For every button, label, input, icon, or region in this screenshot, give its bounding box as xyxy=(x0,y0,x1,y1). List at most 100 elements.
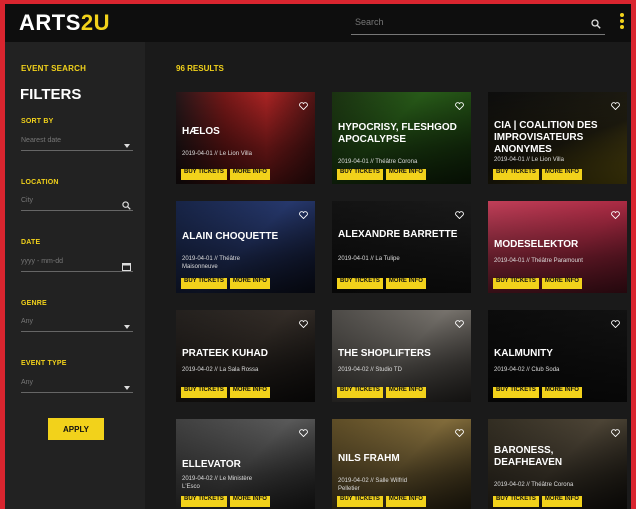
chevron-down-icon xyxy=(123,318,131,336)
more-info-button[interactable]: MORE INFO xyxy=(229,278,270,289)
event-title[interactable]: MODESELEKTOR xyxy=(494,239,622,251)
event-title[interactable]: PRATEEK KUHAD xyxy=(182,348,310,360)
genre-value: Any xyxy=(21,318,34,325)
heart-icon[interactable] xyxy=(455,97,464,115)
heart-icon[interactable] xyxy=(299,206,308,224)
card-actions: BUY TICKETS MORE INFO xyxy=(181,378,273,398)
buy-tickets-button[interactable]: BUY TICKETS xyxy=(181,387,227,398)
heart-icon[interactable] xyxy=(455,206,464,224)
sort-by-label: SORT BY xyxy=(21,118,54,125)
heart-icon[interactable] xyxy=(455,315,464,333)
buy-tickets-button[interactable]: BUY TICKETS xyxy=(493,387,539,398)
logo[interactable]: ARTS2U xyxy=(19,10,110,36)
card-actions: BUY TICKETS MORE INFO xyxy=(493,269,585,289)
event-type-select[interactable]: Any xyxy=(21,376,133,393)
buy-tickets-button[interactable]: BUY TICKETS xyxy=(337,387,383,398)
search-icon[interactable] xyxy=(591,16,601,34)
more-info-button[interactable]: MORE INFO xyxy=(541,169,582,180)
card-actions: BUY TICKETS MORE INFO xyxy=(493,378,585,398)
more-info-button[interactable]: MORE INFO xyxy=(385,496,426,507)
event-date-venue: 2019-04-02 // La Sala Rossa xyxy=(182,367,259,373)
card-actions: BUY TICKETS MORE INFO xyxy=(337,160,429,180)
search-bar[interactable] xyxy=(351,14,605,35)
search-input[interactable] xyxy=(353,16,577,28)
more-info-button[interactable]: MORE INFO xyxy=(229,387,270,398)
more-info-button[interactable]: MORE INFO xyxy=(541,496,582,507)
event-card[interactable]: ELLEVATOR 2019-04-02 // Le Ministère L'Esc… xyxy=(176,419,315,509)
heart-icon[interactable] xyxy=(299,315,308,333)
event-card[interactable]: HÆLOS 2019-04-01 // Le Lion Villa BUY TICK… xyxy=(176,92,315,184)
buy-tickets-button[interactable]: BUY TICKETS xyxy=(181,169,227,180)
buy-tickets-button[interactable]: BUY TICKETS xyxy=(181,496,227,507)
event-title[interactable]: CIA | COALITION DES IMPROVISATEURS ANONY… xyxy=(494,120,622,156)
heart-icon[interactable] xyxy=(299,97,308,115)
event-type-value: Any xyxy=(21,379,34,386)
buy-tickets-button[interactable]: BUY TICKETS xyxy=(337,278,383,289)
event-date-venue: 2019-04-01 // Le Lion Villa xyxy=(182,151,252,157)
card-actions: BUY TICKETS MORE INFO xyxy=(181,487,273,507)
buy-tickets-button[interactable]: BUY TICKETS xyxy=(493,496,539,507)
date-input[interactable]: yyyy - mm-dd xyxy=(21,255,133,272)
buy-tickets-button[interactable]: BUY TICKETS xyxy=(493,169,539,180)
more-menu-icon[interactable] xyxy=(619,13,625,33)
event-card[interactable]: HYPOCRISY, FLESHGOD APOCALYPSE 2019-04-01… xyxy=(332,92,471,184)
event-title[interactable]: ELLEVATOR xyxy=(182,459,310,471)
event-card[interactable]: KALMUNITY 2019-04-02 // Club Soda BUY TICK… xyxy=(488,310,627,402)
event-title[interactable]: KALMUNITY xyxy=(494,348,622,360)
more-info-button[interactable]: MORE INFO xyxy=(229,496,270,507)
event-card[interactable]: PRATEEK KUHAD 2019-04-02 // La Sala Rossa… xyxy=(176,310,315,402)
more-info-button[interactable]: MORE INFO xyxy=(541,278,582,289)
apply-button[interactable]: APPLY xyxy=(48,418,104,440)
buy-tickets-button[interactable]: BUY TICKETS xyxy=(337,496,383,507)
calendar-icon xyxy=(122,258,131,276)
event-date-venue: 2019-04-01 // Théâtre Paramount xyxy=(494,258,583,264)
heart-icon[interactable] xyxy=(611,315,620,333)
event-card[interactable]: BARONESS, DEAFHEAVEN 2019-04-02 // Théâtr… xyxy=(488,419,627,509)
buy-tickets-button[interactable]: BUY TICKETS xyxy=(493,278,539,289)
genre-select[interactable]: Any xyxy=(21,315,133,332)
heart-icon[interactable] xyxy=(611,97,620,115)
heart-icon[interactable] xyxy=(611,424,620,442)
more-info-button[interactable]: MORE INFO xyxy=(229,169,270,180)
sidebar-title: FILTERS xyxy=(20,86,82,103)
event-title[interactable]: NILS FRAHM xyxy=(338,453,466,465)
location-input[interactable]: City xyxy=(21,194,133,211)
more-info-button[interactable]: MORE INFO xyxy=(385,169,426,180)
event-card[interactable]: ALEXANDRE BARRETTE 2019-04-01 // La Tulip… xyxy=(332,201,471,293)
event-title[interactable]: ALEXANDRE BARRETTE xyxy=(338,229,466,241)
event-date-venue: 2019-04-02 // Studio TD xyxy=(338,367,402,373)
location-label: LOCATION xyxy=(21,179,59,186)
chevron-down-icon xyxy=(123,137,131,155)
event-title[interactable]: HYPOCRISY, FLESHGOD APOCALYPSE xyxy=(338,122,466,146)
event-meta: 2019-04-02 // Club Soda xyxy=(494,366,622,374)
event-card[interactable]: NILS FRAHM 2019-04-02 // Salle Wilfrid Pel… xyxy=(332,419,471,509)
event-date-venue: 2019-04-02 // Club Soda xyxy=(494,367,560,373)
event-title[interactable]: HÆLOS xyxy=(182,126,310,138)
buy-tickets-button[interactable]: BUY TICKETS xyxy=(181,278,227,289)
heart-icon[interactable] xyxy=(611,206,620,224)
sort-by-select[interactable]: Nearest date xyxy=(21,134,133,151)
card-actions: BUY TICKETS MORE INFO xyxy=(493,487,585,507)
more-info-button[interactable]: MORE INFO xyxy=(385,387,426,398)
more-info-button[interactable]: MORE INFO xyxy=(385,278,426,289)
buy-tickets-button[interactable]: BUY TICKETS xyxy=(337,169,383,180)
date-value: yyyy - mm-dd xyxy=(21,258,63,265)
event-date-venue: 2019-04-02 // Le Ministère xyxy=(182,476,253,482)
event-card[interactable]: CIA | COALITION DES IMPROVISATEURS ANONY… xyxy=(488,92,627,184)
heart-icon[interactable] xyxy=(455,424,464,442)
sort-by-value: Nearest date xyxy=(21,137,62,144)
event-title[interactable]: THE SHOPLIFTERS xyxy=(338,348,466,360)
date-label: DATE xyxy=(21,239,41,246)
card-actions: BUY TICKETS MORE INFO xyxy=(493,160,585,180)
event-title[interactable]: ALAIN CHOQUETTE xyxy=(182,231,310,243)
card-actions: BUY TICKETS MORE INFO xyxy=(337,487,429,507)
heart-icon[interactable] xyxy=(299,424,308,442)
event-meta: 2019-04-01 // La Tulipe xyxy=(338,255,466,263)
more-info-button[interactable]: MORE INFO xyxy=(541,387,582,398)
card-actions: BUY TICKETS MORE INFO xyxy=(181,160,273,180)
event-card[interactable]: THE SHOPLIFTERS 2019-04-02 // Studio TD BU… xyxy=(332,310,471,402)
event-title[interactable]: BARONESS, DEAFHEAVEN xyxy=(494,445,622,469)
genre-label: GENRE xyxy=(21,300,47,307)
event-card[interactable]: MODESELEKTOR 2019-04-01 // Théâtre Paramo… xyxy=(488,201,627,293)
event-card[interactable]: ALAIN CHOQUETTE 2019-04-01 // Théâtre Mais… xyxy=(176,201,315,293)
